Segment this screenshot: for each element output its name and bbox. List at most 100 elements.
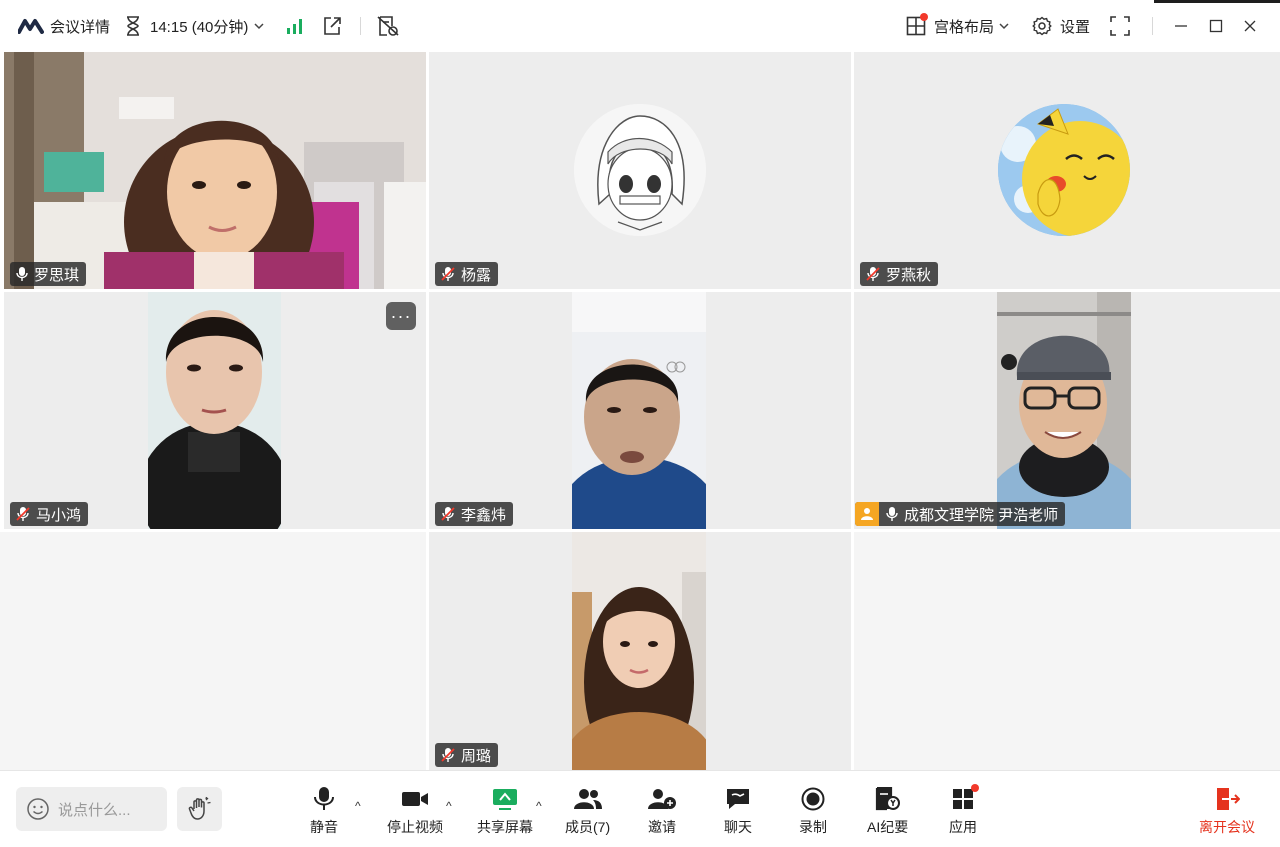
mute-button[interactable]: 静音 <box>310 785 338 837</box>
raise-hand-icon <box>188 796 211 820</box>
close-icon <box>1243 19 1257 33</box>
apps-button[interactable]: 应用 <box>949 784 979 837</box>
chat-button[interactable]: 聊天 <box>724 785 752 837</box>
participant-label: 马小鸿 <box>10 502 89 526</box>
mute-label: 静音 <box>310 819 338 835</box>
layout-button[interactable]: 宫格布局 <box>906 0 1009 52</box>
empty-tile <box>854 532 1280 770</box>
fullscreen-button[interactable] <box>1110 0 1130 52</box>
fullscreen-icon <box>1110 16 1130 36</box>
topbar-divider <box>360 17 361 35</box>
host-badge <box>855 502 879 526</box>
record-icon <box>801 785 825 813</box>
video-options-caret[interactable]: ^ <box>446 799 452 813</box>
pikachu-avatar-image <box>998 104 1130 236</box>
avatar <box>998 104 1130 236</box>
microphone-muted-icon <box>440 266 456 282</box>
share-screen-label: 共享屏幕 <box>477 819 533 835</box>
participant-tile[interactable]: 成都文理学院 尹浩老师 <box>854 292 1280 529</box>
participant-tile[interactable]: 杨露 <box>429 52 851 289</box>
microphone-icon <box>885 506 899 522</box>
timer-text: 14:15 (40分钟) <box>150 18 249 36</box>
chat-input[interactable]: 说点什么... <box>16 787 167 831</box>
participant-video <box>572 532 706 770</box>
grid-layout-icon <box>906 13 928 36</box>
participant-label: 罗燕秋 <box>860 262 939 286</box>
participant-video <box>997 292 1131 529</box>
participant-label: 周璐 <box>435 743 499 767</box>
apps-label: 应用 <box>949 819 977 835</box>
maximize-icon <box>1209 19 1223 33</box>
participant-tile[interactable]: 周璐 <box>429 532 851 770</box>
top-bar: 会议详情 14:15 (40分钟) 宫格布局 设置 <box>0 0 1280 52</box>
record-label: 录制 <box>799 819 827 835</box>
participant-video <box>148 292 281 529</box>
close-button[interactable] <box>1243 0 1257 52</box>
participant-video <box>572 292 706 529</box>
microphone-muted-icon <box>865 266 881 282</box>
microphone-muted-icon <box>15 506 31 522</box>
participant-tile[interactable]: ··· 马小鸿 <box>4 292 426 529</box>
minimize-icon <box>1174 19 1188 33</box>
bottom-toolbar: 说点什么... 静音 ^ 停止视频 ^ 共享屏幕 ^ 成员(7) 邀请 聊天 录… <box>0 770 1280 847</box>
chevron-down-icon <box>999 22 1009 30</box>
raise-hand-button[interactable] <box>177 787 222 831</box>
app-logo-icon <box>18 18 44 34</box>
pop-out-button[interactable] <box>322 0 342 52</box>
meeting-details-label: 会议详情 <box>50 18 111 36</box>
members-button[interactable]: 成员(7) <box>565 785 610 837</box>
empty-tile <box>0 532 426 770</box>
more-options-button[interactable]: ··· <box>386 302 416 330</box>
microphone-icon <box>313 785 335 813</box>
participant-tile[interactable]: 罗思琪 <box>4 52 426 289</box>
participant-tile[interactable]: 罗燕秋 <box>854 52 1280 289</box>
gear-icon <box>1032 16 1052 36</box>
participant-tile[interactable]: 李鑫炜 <box>429 292 851 529</box>
settings-button[interactable]: 设置 <box>1032 0 1090 52</box>
stop-video-button[interactable]: 停止视频 <box>387 785 443 837</box>
participant-name: 李鑫炜 <box>461 506 507 524</box>
participant-name: 马小鸿 <box>36 506 82 524</box>
mute-options-caret[interactable]: ^ <box>355 799 361 813</box>
signal-bars-icon <box>286 17 304 35</box>
participant-name: 罗燕秋 <box>886 266 932 284</box>
document-off-icon <box>376 15 400 37</box>
add-user-icon <box>648 785 676 813</box>
participant-label: 杨露 <box>435 262 499 286</box>
invite-label: 邀请 <box>648 819 676 835</box>
meeting-timer[interactable]: 14:15 (40分钟) <box>124 0 264 52</box>
window-controls-divider <box>1152 17 1153 35</box>
ai-summary-button[interactable]: AI纪要 <box>867 785 908 837</box>
participant-name: 成都文理学院 尹浩老师 <box>904 506 1059 524</box>
leave-meeting-label: 离开会议 <box>1199 819 1255 835</box>
exit-icon <box>1214 785 1240 813</box>
apps-grid-icon <box>952 784 979 813</box>
data-off-button[interactable] <box>376 0 400 52</box>
record-button[interactable]: 录制 <box>799 785 827 837</box>
person-icon <box>861 508 873 520</box>
microphone-icon <box>15 266 29 282</box>
minimize-button[interactable] <box>1174 0 1188 52</box>
participant-label: 李鑫炜 <box>435 502 514 526</box>
participant-label: 罗思琪 <box>10 262 87 286</box>
emoji-icon <box>26 797 50 821</box>
participant-name: 罗思琪 <box>34 266 80 284</box>
avatar <box>574 104 706 236</box>
share-options-caret[interactable]: ^ <box>536 799 542 813</box>
share-screen-button[interactable]: 共享屏幕 <box>477 785 533 837</box>
participant-label: 成都文理学院 尹浩老师 <box>855 502 1066 526</box>
anime-avatar-image <box>574 104 706 236</box>
leave-meeting-button[interactable]: 离开会议 <box>1199 785 1255 837</box>
microphone-muted-icon <box>440 747 456 763</box>
video-grid: 罗思琪 杨露 罗燕秋 ··· 马小鸿 李鑫炜 成都文理学院 尹浩老师 周璐 <box>0 52 1280 770</box>
settings-label: 设置 <box>1060 18 1091 36</box>
chevron-down-icon <box>254 22 264 30</box>
maximize-button[interactable] <box>1209 0 1223 52</box>
members-label: 成员(7) <box>565 819 611 835</box>
invite-button[interactable]: 邀请 <box>648 785 676 837</box>
network-signal-button[interactable] <box>286 0 304 52</box>
meeting-details-button[interactable]: 会议详情 <box>18 0 110 52</box>
chat-label: 聊天 <box>724 819 752 835</box>
layout-label: 宫格布局 <box>934 18 995 36</box>
meeting-window: 会议详情 14:15 (40分钟) 宫格布局 设置 罗思琪 杨露 罗燕秋 ···… <box>0 0 1280 847</box>
